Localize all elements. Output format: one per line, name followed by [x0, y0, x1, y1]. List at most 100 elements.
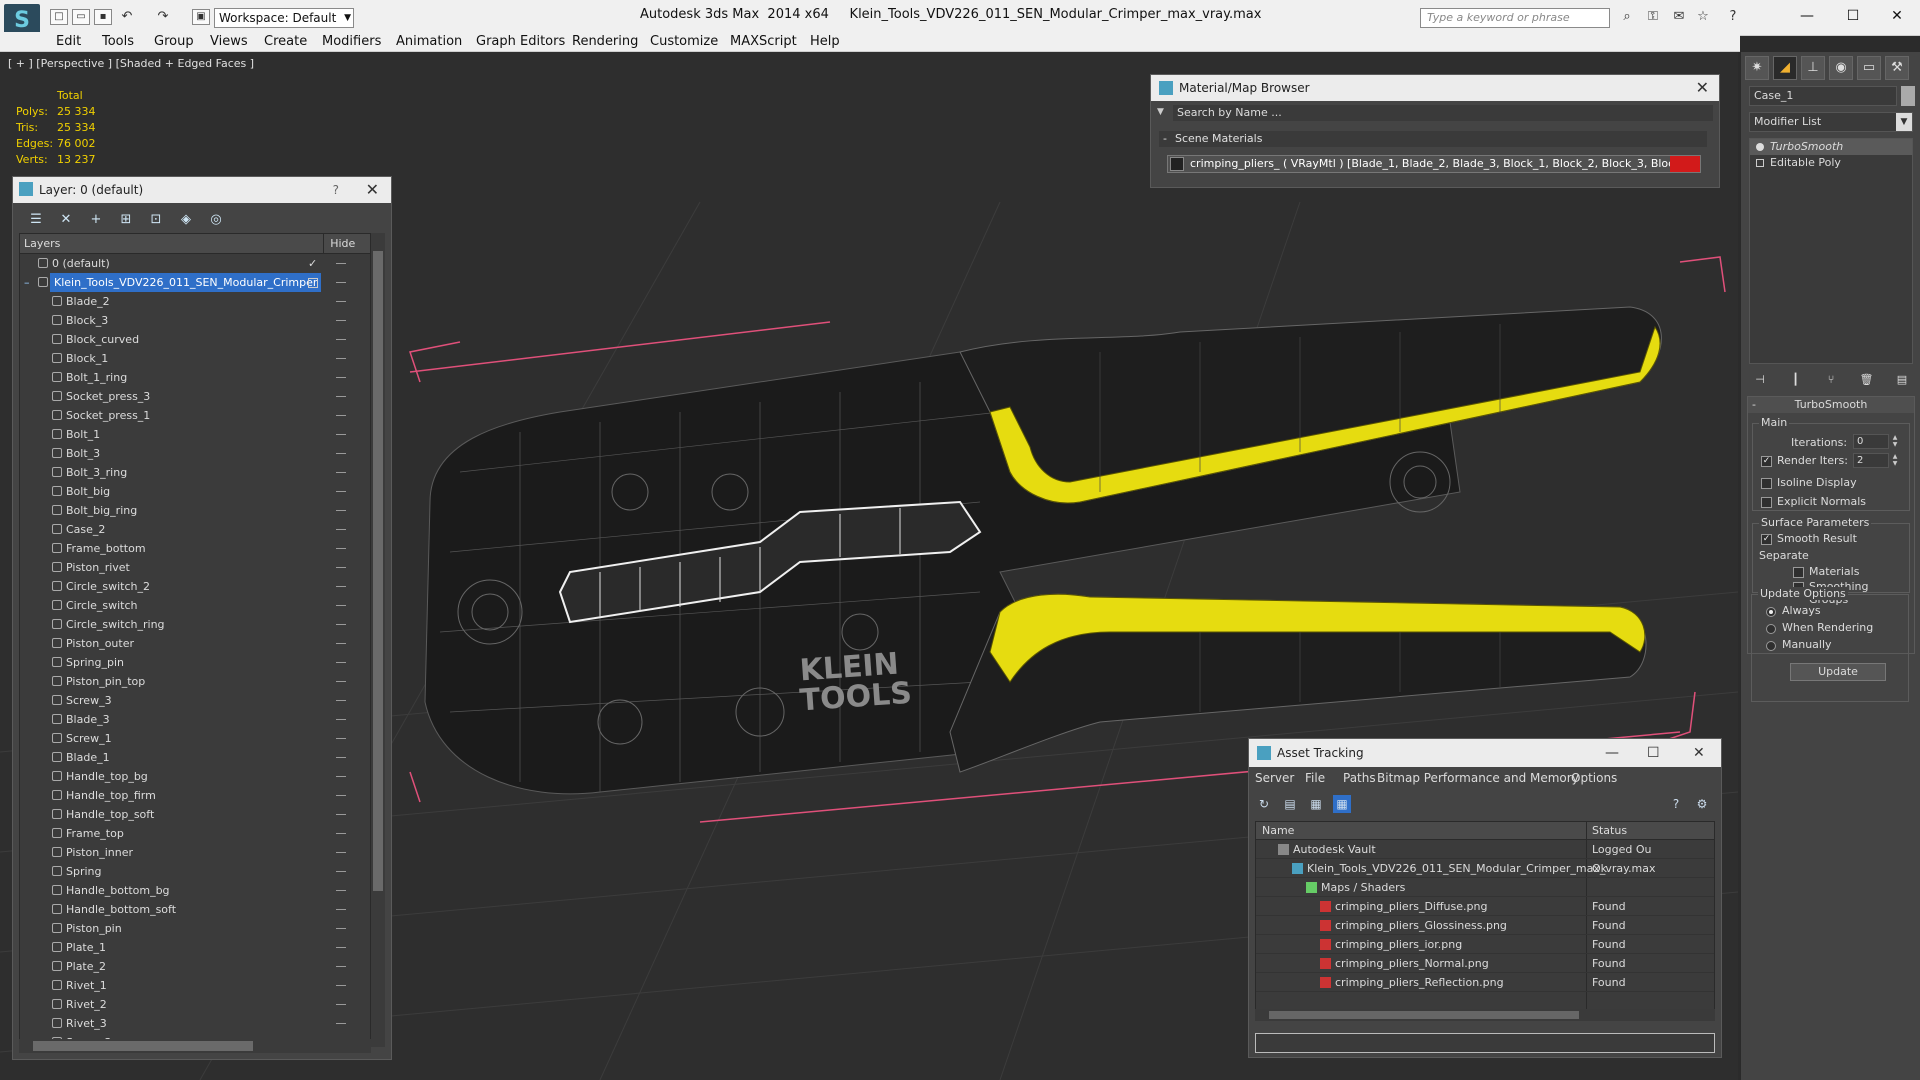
hide-toggle[interactable]: [336, 757, 346, 758]
layer-object-row[interactable]: Circle_switch_2: [20, 577, 370, 596]
binoculars-icon[interactable]: ⌕: [1618, 9, 1636, 25]
create-layer-icon[interactable]: +: [87, 211, 105, 229]
hide-toggle[interactable]: [336, 605, 346, 606]
layer-object-row[interactable]: Spring_pin: [20, 653, 370, 672]
hide-toggle[interactable]: [336, 282, 346, 283]
asset-row[interactable]: crimping_pliers_Diffuse.png Found: [1256, 897, 1714, 916]
layer-object-row[interactable]: Circle_switch_ring: [20, 615, 370, 634]
open-file-icon[interactable]: ▭: [72, 9, 90, 25]
asset-row[interactable]: Klein_Tools_VDV226_011_SEN_Modular_Crimp…: [1256, 859, 1714, 878]
asset-horizontal-scrollbar[interactable]: [1255, 1009, 1715, 1021]
layer-object-row[interactable]: Handle_bottom_soft: [20, 900, 370, 919]
hide-toggle[interactable]: [336, 529, 346, 530]
menu-server[interactable]: Server: [1255, 767, 1294, 789]
communication-icon[interactable]: ✉: [1670, 9, 1688, 25]
hide-toggle[interactable]: [336, 377, 346, 378]
modifier-list-dropdown[interactable]: Modifier List ▼: [1749, 112, 1913, 132]
layer-object-row[interactable]: Circle_switch: [20, 596, 370, 615]
menu-views[interactable]: Views: [210, 34, 248, 49]
asset-row[interactable]: crimping_pliers_Glossiness.png Found: [1256, 916, 1714, 935]
minimize-button[interactable]: —: [1784, 2, 1830, 30]
menu-help[interactable]: Help: [810, 34, 840, 49]
layer-object-row[interactable]: Handle_top_firm: [20, 786, 370, 805]
layer-object-row[interactable]: Rivet_3: [20, 1014, 370, 1033]
save-icon[interactable]: ▪: [94, 9, 112, 25]
render-iters-spinner[interactable]: 2: [1853, 453, 1889, 468]
layer-row-selected[interactable]: – Klein_Tools_VDV226_011_SEN_Modular_Cri…: [20, 273, 370, 292]
minimize-icon[interactable]: —: [1605, 739, 1619, 767]
layer-object-row[interactable]: Socket_press_3: [20, 387, 370, 406]
layer-object-row[interactable]: Bolt_3_ring: [20, 463, 370, 482]
list-view-icon[interactable]: ▤: [1281, 795, 1299, 813]
menu-file[interactable]: File: [1305, 767, 1325, 789]
help-icon[interactable]: ?: [1667, 795, 1685, 813]
stack-item-editable-poly[interactable]: Editable Poly: [1750, 155, 1912, 171]
layer-manager-icon[interactable]: ☰: [27, 211, 45, 229]
menu-animation[interactable]: Animation: [396, 34, 462, 49]
layer-object-row[interactable]: Frame_bottom: [20, 539, 370, 558]
collapse-icon[interactable]: –: [24, 273, 30, 292]
layer-object-row[interactable]: Piston_rivet: [20, 558, 370, 577]
close-icon[interactable]: ✕: [366, 177, 379, 203]
menu-edit[interactable]: Edit: [56, 34, 81, 49]
current-layer-icon[interactable]: [308, 278, 318, 288]
asset-path-field[interactable]: [1255, 1033, 1715, 1053]
layer-object-row[interactable]: Rivet_2: [20, 995, 370, 1014]
workspace-dropdown[interactable]: Workspace: Default ▼: [214, 8, 354, 28]
viewport-label[interactable]: [ + ] [Perspective ] [Shaded + Edged Fac…: [8, 57, 254, 70]
make-unique-icon[interactable]: ⑂: [1820, 370, 1842, 390]
name-column-header[interactable]: Name: [1262, 822, 1294, 840]
material-entry[interactable]: crimping_pliers_ ( VRayMtl ) [Blade_1, B…: [1167, 155, 1701, 173]
render-iters-checkbox[interactable]: ✓: [1761, 456, 1772, 467]
settings-icon[interactable]: ⚙: [1693, 795, 1711, 813]
help-icon[interactable]: ?: [333, 177, 339, 203]
subscription-icon[interactable]: ⚿: [1644, 9, 1662, 25]
hide-toggle[interactable]: [336, 833, 346, 834]
layer-object-row[interactable]: Spring: [20, 862, 370, 881]
hide-toggle[interactable]: [336, 795, 346, 796]
modify-tab-icon[interactable]: ◢: [1773, 56, 1797, 80]
project-folder-icon[interactable]: ▣: [192, 9, 210, 25]
motion-tab-icon[interactable]: ◉: [1829, 56, 1853, 80]
layer-object-row[interactable]: Handle_top_bg: [20, 767, 370, 786]
hide-toggle[interactable]: [336, 814, 346, 815]
refresh-icon[interactable]: ↻: [1255, 795, 1273, 813]
asset-row[interactable]: crimping_pliers_Reflection.png Found: [1256, 973, 1714, 992]
hide-toggle[interactable]: [336, 852, 346, 853]
scroll-thumb[interactable]: [1269, 1011, 1579, 1019]
hide-toggle[interactable]: [336, 320, 346, 321]
layer-object-row[interactable]: Bolt_big_ring: [20, 501, 370, 520]
hide-toggle[interactable]: [336, 491, 346, 492]
layer-object-row[interactable]: Piston_outer: [20, 634, 370, 653]
display-tab-icon[interactable]: ▭: [1857, 56, 1881, 80]
help-icon[interactable]: ?: [1724, 9, 1742, 25]
delete-layer-icon[interactable]: ✕: [57, 211, 75, 229]
update-button[interactable]: Update: [1790, 663, 1886, 681]
table-view-icon[interactable]: ▦: [1333, 795, 1351, 813]
asset-row[interactable]: crimping_pliers_Normal.png Found: [1256, 954, 1714, 973]
layer-horizontal-scrollbar[interactable]: [19, 1039, 371, 1053]
layer-object-row[interactable]: Socket_press_1: [20, 406, 370, 425]
isoline-checkbox[interactable]: [1761, 478, 1772, 489]
layer-object-row[interactable]: Handle_bottom_bg: [20, 881, 370, 900]
asset-row[interactable]: Autodesk Vault Logged Ou: [1256, 840, 1714, 859]
iterations-spinner[interactable]: 0: [1853, 434, 1889, 449]
layer-object-row[interactable]: Blade_2: [20, 292, 370, 311]
menu-customize[interactable]: Customize: [650, 34, 718, 49]
layer-object-row[interactable]: Case_2: [20, 520, 370, 539]
hide-toggle[interactable]: [336, 890, 346, 891]
layer-object-row[interactable]: Blade_1: [20, 748, 370, 767]
hide-toggle[interactable]: [336, 966, 346, 967]
menu-rendering[interactable]: Rendering: [572, 34, 638, 49]
hide-toggle[interactable]: [336, 947, 346, 948]
layer-object-row[interactable]: Piston_pin_top: [20, 672, 370, 691]
layer-object-row[interactable]: Rivet_1: [20, 976, 370, 995]
menu-bitmap-performance[interactable]: Bitmap Performance and Memory: [1377, 767, 1579, 789]
layer-object-row[interactable]: Piston_inner: [20, 843, 370, 862]
hide-toggle[interactable]: [336, 339, 346, 340]
layer-object-row[interactable]: Plate_2: [20, 957, 370, 976]
layer-object-row[interactable]: Block_3: [20, 311, 370, 330]
hide-toggle[interactable]: [336, 548, 346, 549]
menu-modifiers[interactable]: Modifiers: [322, 34, 381, 49]
object-color-swatch[interactable]: [1901, 86, 1915, 106]
